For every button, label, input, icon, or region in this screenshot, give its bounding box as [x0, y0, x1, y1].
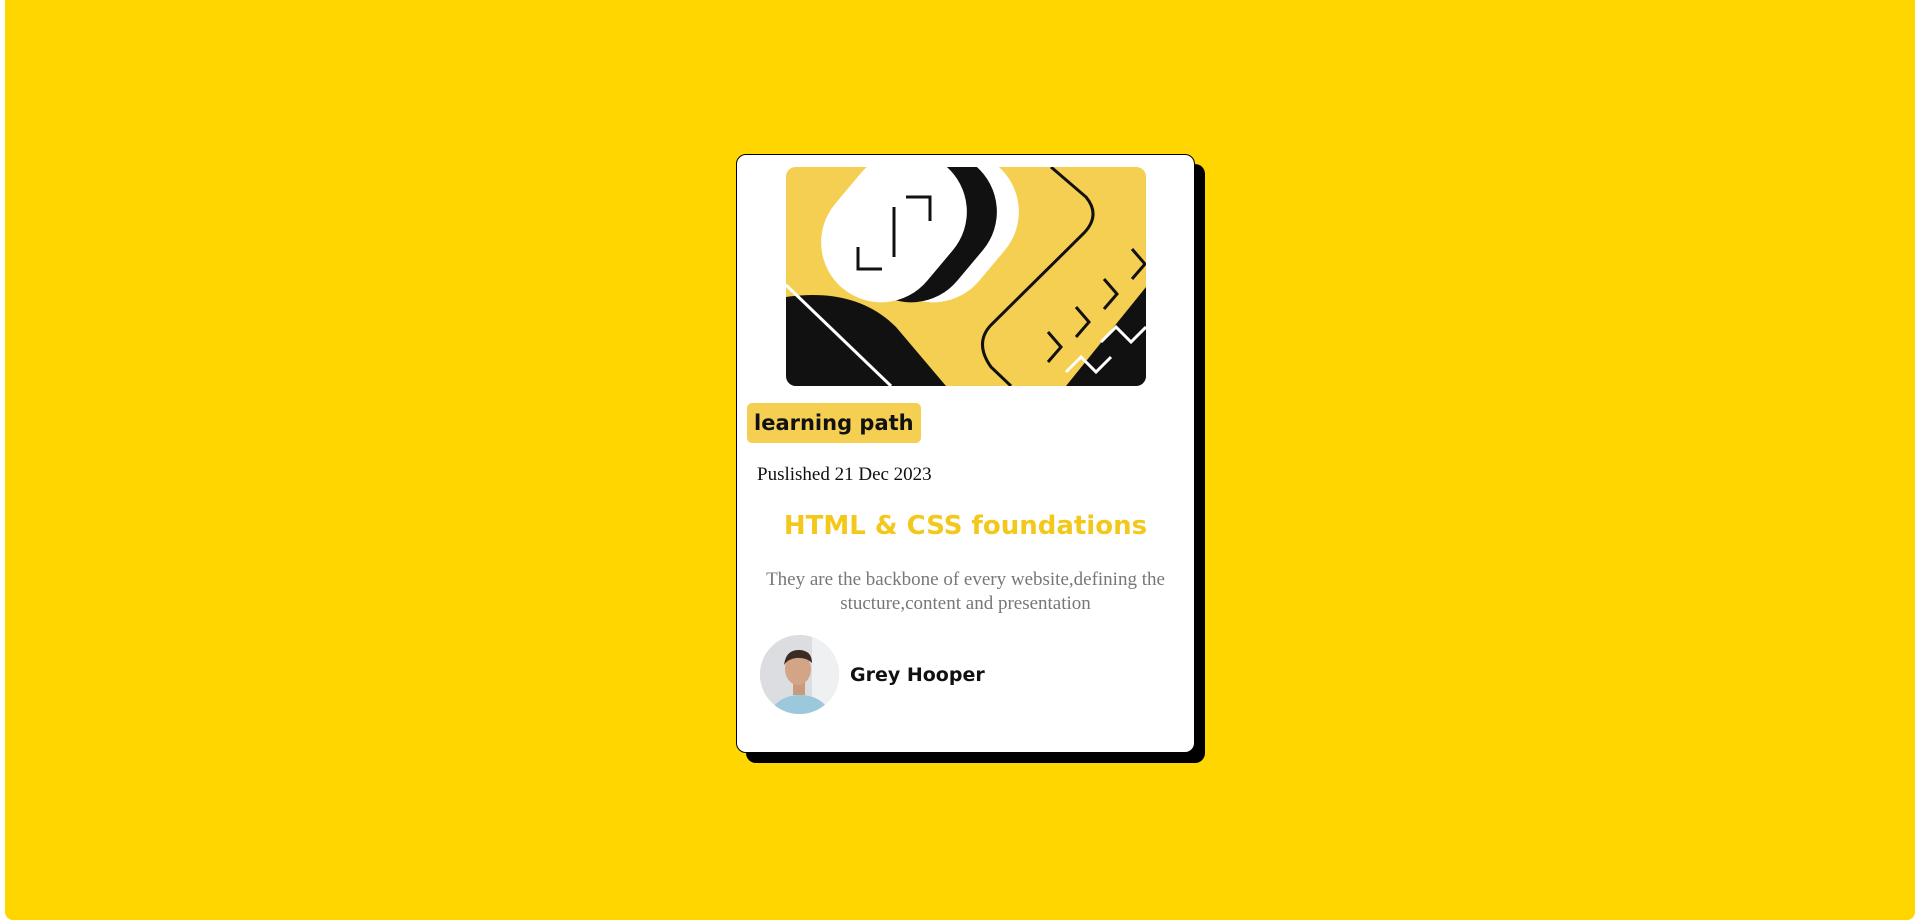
card-title[interactable]: HTML & CSS foundations — [737, 511, 1194, 541]
page-background: learning path Puslished 21 Dec 2023 HTML… — [5, 0, 1915, 920]
published-date: Puslished 21 Dec 2023 — [757, 464, 932, 485]
author-name[interactable]: Grey Hooper — [850, 664, 985, 686]
blog-preview-card[interactable]: learning path Puslished 21 Dec 2023 HTML… — [736, 154, 1195, 753]
hero-illustration — [786, 167, 1146, 386]
category-badge: learning path — [747, 403, 921, 443]
card-description: They are the backbone of every website,d… — [766, 569, 1165, 614]
author-info: Grey Hooper — [760, 635, 985, 714]
author-avatar — [760, 635, 839, 714]
